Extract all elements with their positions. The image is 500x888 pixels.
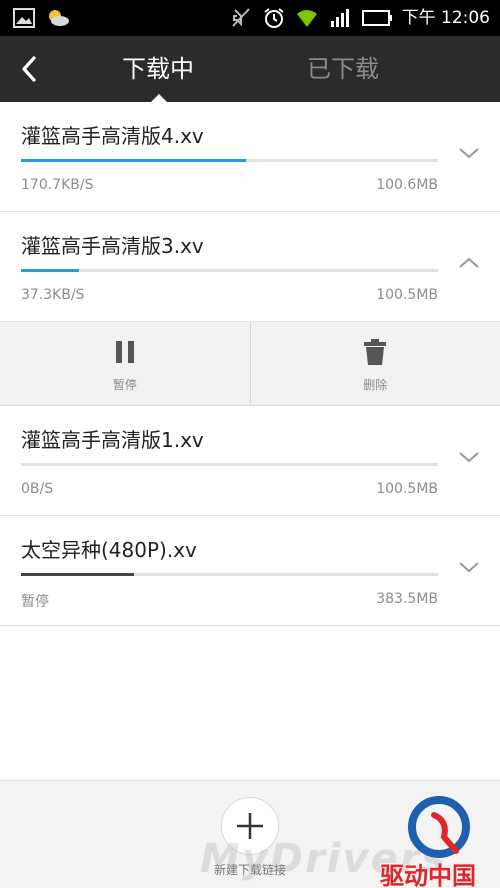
- progress-fill: [21, 573, 134, 576]
- progress-track: [21, 159, 438, 162]
- chevron-up-icon[interactable]: [458, 256, 480, 270]
- alarm-icon: [263, 8, 284, 28]
- status-time: 下午 12:06: [401, 8, 490, 28]
- logo-text: 驱动中国: [380, 862, 476, 888]
- progress-fill: [21, 269, 80, 272]
- file-size: 100.5MB: [376, 481, 438, 497]
- item-actions: 暂停 删除: [0, 322, 500, 406]
- file-name: 太空异种(480P).xv: [21, 538, 197, 562]
- download-status: 暂停: [21, 594, 49, 610]
- logo-icon: [408, 796, 470, 858]
- download-speed: 0B/S: [21, 481, 54, 497]
- file-name: 灌篮高手高清版3.xv: [21, 234, 204, 258]
- back-icon[interactable]: [14, 52, 46, 86]
- download-list: 灌篮高手高清版4.xv 170.7KB/S 100.6MB 灌篮高手高清版3.x…: [0, 102, 500, 626]
- tab-downloaded[interactable]: 已下载: [285, 36, 401, 102]
- download-item[interactable]: 灌篮高手高清版1.xv 0B/S 100.5MB: [0, 406, 500, 516]
- mute-icon: [231, 8, 250, 27]
- wifi-icon: [296, 10, 317, 27]
- app-bar: 下载中 已下载: [0, 36, 500, 102]
- tab-downloading[interactable]: 下载中: [100, 36, 216, 102]
- download-item[interactable]: 灌篮高手高清版4.xv 170.7KB/S 100.6MB: [0, 102, 500, 212]
- file-name: 灌篮高手高清版4.xv: [21, 124, 204, 148]
- file-size: 383.5MB: [376, 591, 438, 607]
- download-speed: 37.3KB/S: [21, 287, 85, 303]
- weather-icon: [49, 10, 69, 26]
- status-bar: 下午 12:06: [0, 0, 500, 36]
- trash-icon: [364, 339, 387, 365]
- download-item[interactable]: 灌篮高手高清版3.xv 37.3KB/S 100.5MB: [0, 212, 500, 322]
- pause-button[interactable]: 暂停: [0, 322, 250, 405]
- chevron-down-icon[interactable]: [458, 146, 480, 160]
- progress-track: [21, 269, 438, 272]
- signal-icon: [330, 9, 349, 27]
- active-tab-indicator: [151, 94, 167, 102]
- pause-label: 暂停: [112, 378, 137, 392]
- file-size: 100.6MB: [376, 177, 438, 193]
- download-speed: 170.7KB/S: [21, 177, 94, 193]
- download-item[interactable]: 太空异种(480P).xv 暂停 383.5MB: [0, 516, 500, 626]
- pause-icon: [115, 341, 134, 363]
- delete-button[interactable]: 删除: [249, 322, 500, 405]
- image-icon: [13, 8, 35, 28]
- progress-track: [21, 573, 438, 576]
- progress-fill: [21, 159, 247, 162]
- delete-label: 删除: [363, 378, 388, 392]
- battery-icon: [361, 10, 392, 26]
- chevron-down-icon[interactable]: [458, 450, 480, 464]
- file-name: 灌篮高手高清版1.xv: [21, 428, 204, 452]
- chevron-down-icon[interactable]: [458, 560, 480, 574]
- progress-track: [21, 463, 438, 466]
- file-size: 100.5MB: [376, 287, 438, 303]
